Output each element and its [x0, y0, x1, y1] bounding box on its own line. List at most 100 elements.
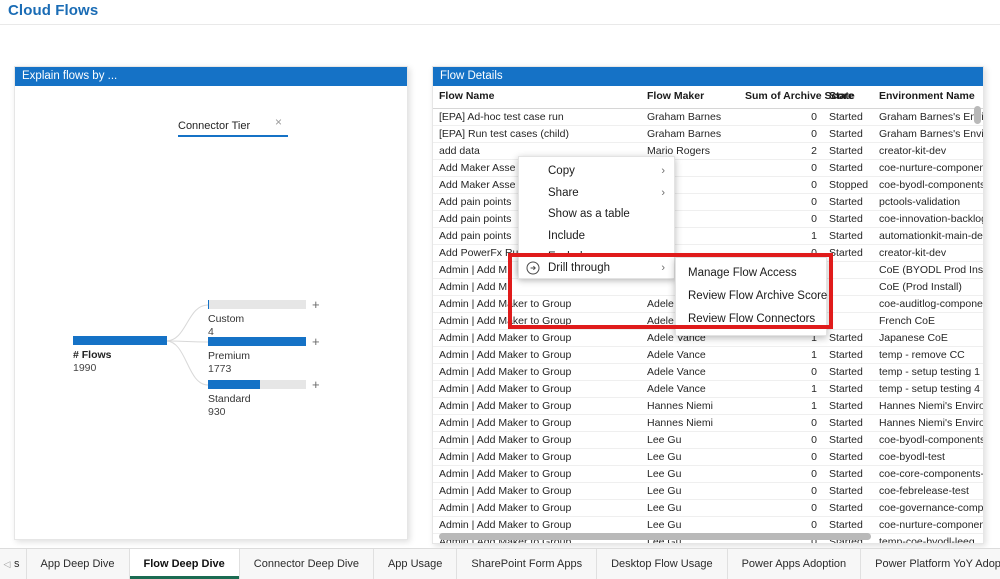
vertical-scrollbar[interactable]: [974, 106, 981, 124]
cell-environment-name: coe-governance-components-d: [873, 499, 983, 517]
expand-node-icon[interactable]: +: [312, 298, 320, 311]
submenu-item-manage-flow-access[interactable]: Manage Flow Access: [676, 262, 826, 285]
tab-desktop-flow-usage[interactable]: Desktop Flow Usage: [597, 549, 728, 579]
context-menu-item-copy[interactable]: Copy ›: [519, 161, 674, 183]
cell-state: Started: [823, 210, 873, 228]
cell-state: Started: [823, 431, 873, 449]
cell-state: Started: [823, 244, 873, 262]
close-icon[interactable]: ×: [275, 116, 282, 129]
tab-power-apps-adoption[interactable]: Power Apps Adoption: [728, 549, 862, 579]
tree-node-bar-fill: [73, 336, 167, 345]
context-menu-item-label: Include: [548, 229, 586, 242]
table-row[interactable]: Add Maker Asse 0 Stopped coe-byodl-componen…: [433, 176, 983, 194]
table-row[interactable]: Admin | Add Maker to Group Hannes Niemi 1 S…: [433, 397, 983, 415]
tab-sharepoint-form-apps[interactable]: SharePoint Form Apps: [457, 549, 598, 579]
tab-partial-left[interactable]: s: [14, 549, 27, 579]
table-row[interactable]: [EPA] Ad-hoc test case run Graham Barnes 0…: [433, 108, 983, 126]
column-header-environment-name[interactable]: Environment Name: [873, 86, 983, 109]
cell-flow-name: Admin | Add M: [433, 278, 641, 296]
table-row[interactable]: Admin | Add Maker to GroupLee Gu0Started…: [433, 465, 983, 483]
tab-power-platform-yoy-adopti[interactable]: Power Platform YoY Adopti: [861, 549, 1000, 579]
cell-environment-name: Graham Barnes's Environment: [873, 125, 983, 143]
cell-state: Started: [823, 329, 873, 347]
table-row[interactable]: Admin | Add Maker to Group Adele Vance 1 St…: [433, 380, 983, 398]
decomposition-tree-title: Explain flows by ...: [15, 67, 407, 86]
context-menu-item-show-as-a-table[interactable]: Show as a table: [519, 204, 674, 226]
drill-through-icon: [526, 261, 540, 275]
tab-app-deep-dive[interactable]: App Deep Dive: [27, 549, 130, 579]
table-row[interactable]: Admin | Add Maker to GroupLee Gu0Started…: [433, 499, 983, 517]
cell-environment-name: creator-kit-dev: [873, 244, 983, 262]
cell-archive-score: 1: [739, 397, 823, 415]
tree-node-bar-fill: [208, 337, 306, 346]
cell-state: Stopped: [823, 176, 873, 194]
table-row[interactable]: Admin | Add Maker to Group Adele Vance 0 St…: [433, 363, 983, 381]
cell-state: [823, 295, 873, 313]
context-menu-item-drill-through[interactable]: Drill through ›: [518, 257, 675, 279]
horizontal-scrollbar[interactable]: [439, 533, 871, 540]
cell-flow-maker: Adele Vance: [641, 363, 739, 381]
tree-node-value: 1773: [208, 363, 232, 375]
table-row[interactable]: Add Maker Asse 0 Started coe-nurture-compon…: [433, 159, 983, 177]
chevron-right-icon: ›: [661, 186, 665, 199]
cell-environment-name: Hannes Niemi's Environment: [873, 397, 983, 415]
submenu-item-review-flow-connectors[interactable]: Review Flow Connectors: [676, 308, 826, 331]
tree-node-custom[interactable]: Custom 4 +: [208, 298, 320, 338]
table-row[interactable]: Add pain pointsrator0Startedpctools-vali…: [433, 193, 983, 211]
level-selector-connector-tier[interactable]: Connector Tier ×: [178, 116, 288, 137]
expand-node-icon[interactable]: +: [312, 335, 320, 348]
cell-state: Started: [823, 499, 873, 517]
context-menu-item-label: Show as a table: [548, 208, 630, 220]
table-row[interactable]: Add pain pointsby1Startedautomationkit-m…: [433, 227, 983, 245]
context-menu-item-label: Share: [548, 186, 579, 199]
table-row[interactable]: Admin | Add Maker to GroupLee Gu0Started…: [433, 516, 983, 534]
cell-environment-name: coe-febrelease-test: [873, 482, 983, 500]
tree-node-label: Custom: [208, 313, 245, 325]
table-row[interactable]: Admin | Add Maker to GroupLee Gu0Started…: [433, 431, 983, 449]
cell-flow-name: Admin | Add Maker to Group: [433, 516, 641, 534]
cell-archive-score: 0: [739, 499, 823, 517]
table-row[interactable]: Admin | Add Maker to GroupLee Gu0Started…: [433, 448, 983, 466]
cell-flow-maker: Hannes Niemi: [641, 397, 739, 415]
tab-app-usage[interactable]: App Usage: [374, 549, 458, 579]
column-header-flow-name[interactable]: Flow Name: [433, 86, 641, 109]
cell-flow-name: Admin | Add Maker to Group: [433, 414, 641, 432]
cell-flow-name: Admin | Add Maker to Group: [433, 499, 641, 517]
decomposition-tree-visual[interactable]: Explain flows by ... Connector Tier × # …: [14, 66, 408, 540]
tab-connector-deep-dive[interactable]: Connector Deep Dive: [240, 549, 374, 579]
context-menu-item-include[interactable]: Include: [519, 226, 674, 248]
cell-state: Started: [823, 142, 873, 160]
table-row[interactable]: Admin | Add Maker to Group Adele Vance 1 St…: [433, 346, 983, 364]
table-row[interactable]: Add pain points 0 Started coe-innovation-ba…: [433, 210, 983, 228]
cell-flow-name: Admin | Add Maker to Group: [433, 431, 641, 449]
cell-flow-name: Admin | Add Maker to Group: [433, 397, 641, 415]
cell-state: Started: [823, 482, 873, 500]
expand-node-icon[interactable]: +: [312, 378, 320, 391]
column-header-archive-score[interactable]: Sum of Archive Score: [739, 86, 854, 109]
cell-flow-name: [EPA] Ad-hoc test case run: [433, 108, 641, 126]
cell-environment-name: Hannes Niemi's Environment: [873, 414, 983, 432]
tree-node-premium[interactable]: Premium 1773 +: [208, 335, 320, 375]
table-row[interactable]: Admin | Add Maker to Group Hannes Niemi 0 S…: [433, 414, 983, 432]
tab-label: App Usage: [387, 558, 443, 570]
column-header-state[interactable]: State: [823, 86, 873, 109]
submenu-item-review-flow-archive-score[interactable]: Review Flow Archive Score: [676, 285, 827, 308]
cell-state: Started: [823, 465, 873, 483]
table-row[interactable]: add data Mario Rogers 2 Started creator-kit-…: [433, 142, 983, 160]
tree-node-root[interactable]: # Flows 1990: [73, 336, 167, 374]
cell-flow-maker: Lee Gu: [641, 465, 739, 483]
context-menu-item-share[interactable]: Share ›: [519, 183, 674, 205]
table-row[interactable]: Admin | Add Maker to GroupLee Gu0Started…: [433, 482, 983, 500]
tree-node-standard[interactable]: Standard 930 +: [208, 378, 320, 418]
cell-environment-name: automationkit-main-dev: [873, 227, 983, 245]
column-header-flow-maker[interactable]: Flow Maker: [641, 86, 739, 109]
context-menu[interactable]: Copy › Share › Show as a table Include E…: [518, 156, 675, 274]
tab-scroll-left-icon[interactable]: ◁: [0, 549, 14, 579]
table-row[interactable]: [EPA] Run test cases (child) Graham Barne…: [433, 125, 983, 143]
tree-node-bar-track: [208, 337, 306, 346]
tab-flow-deep-dive[interactable]: Flow Deep Dive: [129, 549, 240, 579]
cell-flow-maker: Graham Barnes: [641, 125, 739, 143]
cell-state: Started: [823, 516, 873, 534]
cell-state: Started: [823, 380, 873, 398]
drill-through-submenu[interactable]: Manage Flow Access Review Flow Archive S…: [675, 257, 827, 336]
